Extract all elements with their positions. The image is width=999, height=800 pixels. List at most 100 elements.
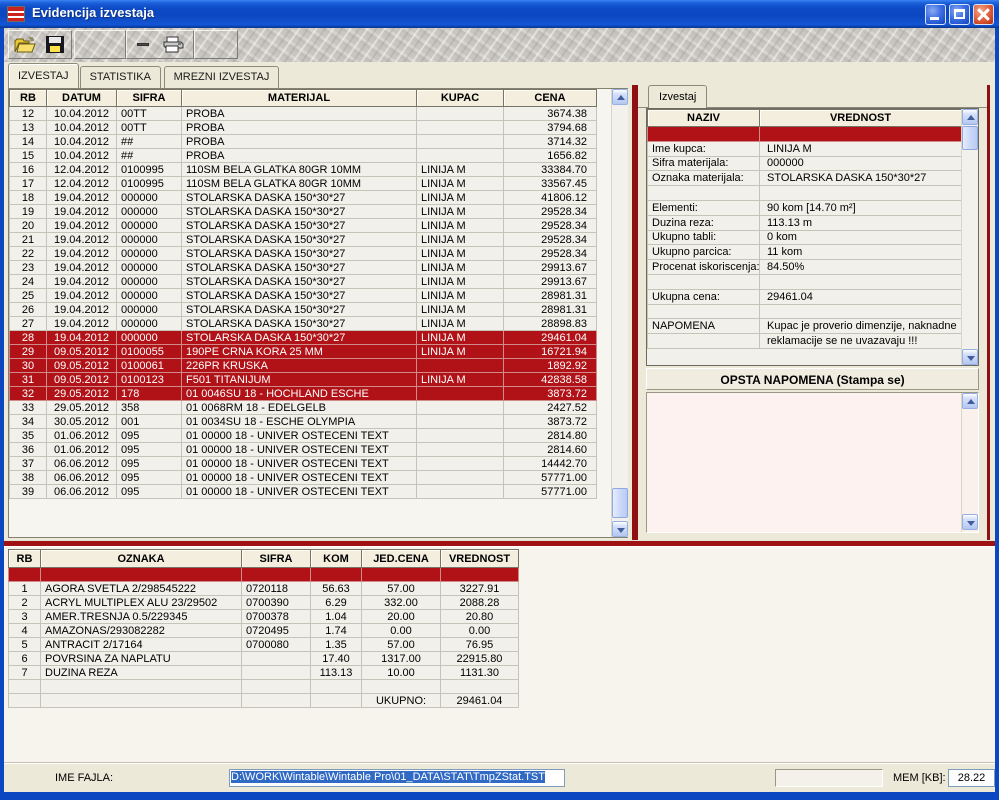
table-row[interactable]: 4AMAZONAS/29308228207204951.740.000.00 [9,624,519,638]
title-bar[interactable]: Evidencija izvestaja [0,0,999,28]
table-row[interactable]: 1310.04.201200TTPROBA3794.68 [10,121,597,135]
scrollbar-thumb[interactable] [962,126,978,150]
table-row[interactable]: 1410.04.2012##PROBA3714.32 [10,135,597,149]
table-row[interactable]: 2719.04.2012000000STOLARSKA DASKA 150*30… [10,317,597,331]
scroll-down-button[interactable] [962,514,978,530]
scroll-down-button[interactable] [962,349,978,365]
table-row[interactable]: Ukupna cena:29461.04 [648,289,962,304]
table-row[interactable] [9,680,519,694]
column-header[interactable]: KUPAC [417,90,504,107]
scroll-up-button[interactable] [612,89,628,105]
table-row[interactable]: 2019.04.2012000000STOLARSKA DASKA 150*30… [10,219,597,233]
remove-button[interactable] [130,33,156,57]
table-row[interactable]: 3706.06.201209501 00000 18 - UNIVER OSTE… [10,457,597,471]
table-row[interactable]: 3806.06.201209501 00000 18 - UNIVER OSTE… [10,471,597,485]
table-row[interactable]: Duzina reza:113.13 m [648,215,962,230]
minimize-button[interactable] [925,4,946,25]
table-row[interactable]: Procenat iskoriscenja:84.50% [648,260,962,275]
table-row[interactable]: Ukupno tabli:0 kom [648,230,962,245]
cell-oznaka: ACRYL MULTIPLEX ALU 23/29502 [41,596,242,610]
column-header[interactable]: JED.CENA [362,550,441,568]
table-row[interactable] [648,127,962,142]
main-table-scrollbar[interactable] [611,89,628,537]
cell-sifra: 0720495 [242,624,311,638]
table-row[interactable]: 3229.05.201217801 0046SU 18 - HOCHLAND E… [10,387,597,401]
print-button[interactable] [160,33,186,57]
table-row[interactable]: 2909.05.20120100055190PE CRNA KORA 25 MM… [10,345,597,359]
table-row[interactable]: 3501.06.201209501 00000 18 - UNIVER OSTE… [10,429,597,443]
table-row[interactable]: 3601.06.201209501 00000 18 - UNIVER OSTE… [10,443,597,457]
tab-mrezni-izvestaj[interactable]: MREZNI IZVESTAJ [164,66,280,88]
table-row[interactable] [648,274,962,289]
column-header[interactable]: VREDNOST [760,110,962,127]
table-row[interactable]: 2ACRYL MULTIPLEX ALU 23/2950207003906.29… [9,596,519,610]
table-row[interactable]: 3109.05.20120100123F501 TITANIJUMLINIJA … [10,373,597,387]
table-row[interactable]: Ime kupca:LINIJA M [648,141,962,156]
scrollbar-thumb[interactable] [612,488,628,518]
table-row[interactable]: 3906.06.201209501 00000 18 - UNIVER OSTE… [10,485,597,499]
table-row[interactable] [9,568,519,582]
column-header[interactable]: OZNAKA [41,550,242,568]
tab-izvestaj[interactable]: IZVESTAJ [8,63,79,88]
detail-scrollbar[interactable] [961,109,978,365]
table-row[interactable]: Ukupno parcica:11 kom [648,245,962,260]
table-row[interactable]: 1712.04.20120100995110SM BELA GLATKA 80G… [10,177,597,191]
column-header[interactable]: DATUM [47,90,117,107]
table-row[interactable]: UKUPNO:29461.04 [9,694,519,708]
table-row[interactable]: 2619.04.2012000000STOLARSKA DASKA 150*30… [10,303,597,317]
cell-jed: 1317.00 [362,652,441,666]
table-row[interactable]: Elementi:90 kom [14.70 m²] [648,200,962,215]
table-row[interactable]: 3430.05.201200101 0034SU 18 - ESCHE OLYM… [10,415,597,429]
open-file-button[interactable] [12,33,38,57]
table-row[interactable]: 2419.04.2012000000STOLARSKA DASKA 150*30… [10,275,597,289]
scroll-up-button[interactable] [962,393,978,409]
table-row[interactable] [648,304,962,319]
cell-rb: 3 [9,610,41,624]
column-header[interactable]: VREDNOST [441,550,519,568]
table-row[interactable]: 3009.05.20120100061226PR KRUSKA1892.92 [10,359,597,373]
tab-statistika[interactable]: STATISTIKA [80,66,161,88]
scroll-up-button[interactable] [962,109,978,125]
table-row[interactable]: 1919.04.2012000000STOLARSKA DASKA 150*30… [10,205,597,219]
table-row[interactable]: 1AGORA SVETLA 2/298545222072011856.6357.… [9,582,519,596]
table-row[interactable]: Sifra materijala:000000 [648,156,962,171]
table-row[interactable]: 2519.04.2012000000STOLARSKA DASKA 150*30… [10,289,597,303]
column-header[interactable]: RB [10,90,47,107]
table-row[interactable]: 3AMER.TRESNJA 0.5/22934507003781.0420.00… [9,610,519,624]
table-row[interactable]: Oznaka materijala:STOLARSKA DASKA 150*30… [648,171,962,186]
table-row[interactable]: 7DUZINA REZA113.1310.001131.30 [9,666,519,680]
column-header[interactable]: RB [9,550,41,568]
table-row[interactable]: 1210.04.201200TTPROBA3674.38 [10,107,597,121]
app-icon [7,6,25,22]
table-row[interactable] [648,186,962,201]
tab-izvestaj-detail[interactable]: Izvestaj [648,85,707,108]
column-header[interactable]: SIFRA [242,550,311,568]
column-header[interactable]: KOM [311,550,362,568]
column-header[interactable]: CENA [504,90,597,107]
column-header[interactable]: NAZIV [648,110,760,127]
opsta-napomena-textarea[interactable] [646,392,979,533]
table-row[interactable]: 2319.04.2012000000STOLARSKA DASKA 150*30… [10,261,597,275]
table-row[interactable]: 1819.04.2012000000STOLARSKA DASKA 150*30… [10,191,597,205]
table-row[interactable]: 2119.04.2012000000STOLARSKA DASKA 150*30… [10,233,597,247]
column-header[interactable]: MATERIJAL [182,90,417,107]
table-row[interactable]: 2819.04.2012000000STOLARSKA DASKA 150*30… [10,331,597,345]
table-row[interactable]: 5ANTRACIT 2/1716407000801.3557.0076.95 [9,638,519,652]
cell-materijal: 226PR KRUSKA [182,359,417,373]
opsta-scrollbar[interactable] [961,393,978,532]
table-row[interactable]: NAPOMENAKupac je proverio dimenzije, nak… [648,319,962,334]
file-path-input[interactable]: D:\WORK\Wintable\Wintable Pro\01_DATA\ST… [229,769,565,787]
table-row[interactable]: reklamacije se ne uvazavaju !!! [648,334,962,349]
maximize-button[interactable] [949,4,970,25]
cell-rb: 23 [10,261,47,275]
table-row[interactable]: 1612.04.20120100995110SM BELA GLATKA 80G… [10,163,597,177]
cell-materijal: STOLARSKA DASKA 150*30*27 [182,289,417,303]
table-row[interactable]: 2219.04.2012000000STOLARSKA DASKA 150*30… [10,247,597,261]
scroll-down-button[interactable] [612,521,628,537]
table-row[interactable]: 3329.05.201235801 0068RM 18 - EDELGELB24… [10,401,597,415]
column-header[interactable]: SIFRA [117,90,182,107]
close-button[interactable] [973,4,994,25]
save-file-button[interactable] [42,33,68,57]
table-row[interactable]: 6POVRSINA ZA NAPLATU17.401317.0022915.80 [9,652,519,666]
table-row[interactable]: 1510.04.2012##PROBA1656.82 [10,149,597,163]
